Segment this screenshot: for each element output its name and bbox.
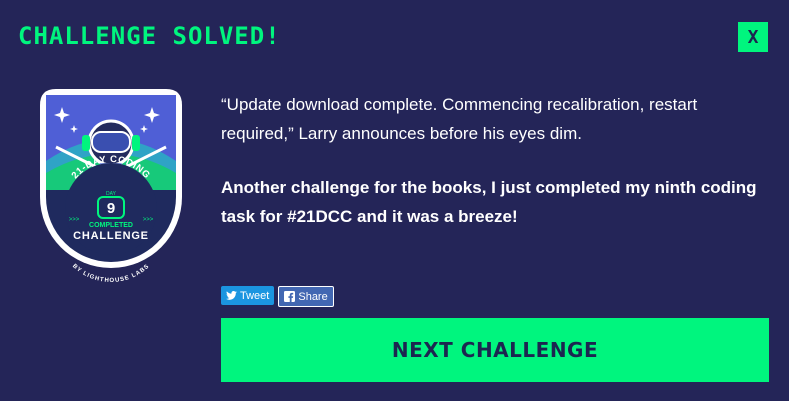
- story-paragraph: “Update download complete. Commencing re…: [221, 95, 698, 143]
- modal-title: CHALLENGE SOLVED!: [18, 22, 281, 50]
- svg-text:CHALLENGE: CHALLENGE: [73, 230, 149, 242]
- next-challenge-button[interactable]: NEXT CHALLENGE: [221, 318, 769, 382]
- svg-text:COMPLETED: COMPLETED: [89, 222, 133, 229]
- svg-text:9: 9: [107, 200, 115, 217]
- close-button[interactable]: X: [738, 22, 768, 52]
- day-9-badge: 21-DAY CODING DAY 9 COMPLETED CHALLENGE …: [40, 89, 182, 284]
- svg-text:>>>: >>>: [69, 217, 80, 223]
- share-buttons: Tweet Share: [221, 286, 334, 307]
- facebook-share-button[interactable]: Share: [278, 286, 334, 307]
- twitter-bird-icon: [226, 291, 237, 300]
- facebook-share-label: Share: [298, 290, 328, 303]
- tweet-button[interactable]: Tweet: [221, 286, 275, 305]
- challenge-solved-modal: CHALLENGE SOLVED! X 21-DAY CODING DAY 9 …: [0, 0, 789, 401]
- svg-text:>>>: >>>: [143, 217, 154, 223]
- tweet-label: Tweet: [240, 289, 270, 302]
- share-message-paragraph: Another challenge for the books, I just …: [221, 178, 757, 226]
- facebook-icon: [284, 291, 296, 302]
